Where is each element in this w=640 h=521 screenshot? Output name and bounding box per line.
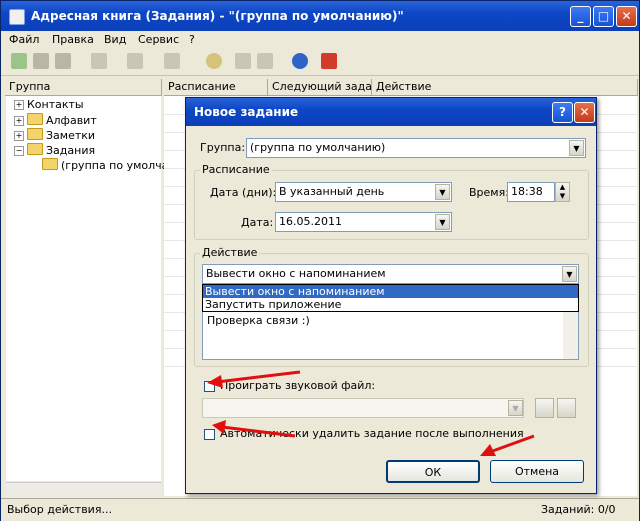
delete-icon[interactable] <box>55 53 71 69</box>
group-select[interactable]: (группа по умолчанию) <box>246 138 586 158</box>
group-tree: + Контакты + Алфавит + Заметки − Задания (гр… <box>6 96 176 481</box>
tree-item-default-group[interactable]: (группа по умолчан <box>42 158 176 172</box>
minimize-button[interactable]: _ <box>570 6 591 27</box>
time-spinner[interactable]: ▲ ▼ <box>555 182 570 202</box>
status-text: Выбор действия... <box>7 503 112 516</box>
chevron-down-icon[interactable]: ▼ <box>435 184 450 200</box>
tree-item-notes[interactable]: + Заметки <box>14 128 95 142</box>
date-label: Дата: <box>241 216 274 229</box>
column-schedule[interactable]: Расписание <box>164 79 268 96</box>
undo-icon[interactable] <box>91 53 107 69</box>
cancel-button[interactable]: Отмена <box>490 460 584 483</box>
schedule-label: Расписание <box>200 163 272 176</box>
browse-folder-icon[interactable] <box>535 398 554 418</box>
textarea-scrollbar[interactable] <box>563 312 578 359</box>
notes-icon <box>27 128 43 140</box>
menu-help[interactable]: ? <box>189 33 195 46</box>
column-next[interactable]: Следующий зада... <box>268 79 372 96</box>
tree-item-alphabet[interactable]: + Алфавит <box>14 113 97 127</box>
dialog-close-button[interactable]: ✕ <box>574 102 595 123</box>
menu-file[interactable]: Файл <box>9 33 39 46</box>
tree-hscrollbar[interactable] <box>6 482 161 498</box>
menu-edit[interactable]: Правка <box>52 33 94 46</box>
title-bar[interactable]: Адресная книга (Задания) - "(группа по у… <box>1 1 639 31</box>
dialog-title-bar[interactable]: Новое задание ? ✕ <box>186 98 596 126</box>
help-icon[interactable] <box>292 53 308 69</box>
new-icon[interactable] <box>11 53 27 69</box>
group-label: Группа: <box>200 141 246 154</box>
dialog-help-button[interactable]: ? <box>552 102 573 123</box>
message-text: Проверка связи :) <box>207 314 310 327</box>
edit-icon[interactable] <box>33 53 49 69</box>
print-preview-icon[interactable] <box>257 53 273 69</box>
column-group[interactable]: Группа <box>5 79 162 96</box>
chevron-down-icon[interactable]: ▼ <box>562 266 577 282</box>
annotation-arrow <box>205 368 305 390</box>
date-days-select[interactable]: В указанный день <box>275 182 452 202</box>
task-count: Заданий: 0/0 <box>541 503 616 516</box>
tree-item-contacts[interactable]: + Контакты <box>14 98 84 111</box>
action-label: Действие <box>200 246 260 259</box>
date-days-label: Дата (дни): <box>210 186 277 199</box>
chevron-down-icon[interactable]: ▼ <box>435 214 450 230</box>
menu-bar: Файл Правка Вид Сервис ? <box>1 31 639 49</box>
copy-icon[interactable] <box>164 53 180 69</box>
tree-item-tasks[interactable]: − Задания <box>14 143 95 157</box>
chevron-down-icon[interactable]: ▼ <box>569 140 584 156</box>
folder-icon <box>27 113 43 125</box>
close-button[interactable]: ✕ <box>616 6 637 27</box>
app-book-icon <box>9 9 25 25</box>
exit-icon[interactable] <box>321 53 337 69</box>
tasks-icon <box>27 143 43 155</box>
column-action[interactable]: Действие <box>372 79 638 96</box>
cut-icon[interactable] <box>127 53 143 69</box>
window-title: Адресная книга (Задания) - "(группа по у… <box>31 9 404 23</box>
date-input[interactable]: 16.05.2011 <box>275 212 452 232</box>
menu-view[interactable]: Вид <box>104 33 126 46</box>
maximize-button[interactable]: □ <box>593 6 614 27</box>
action-option-reminder[interactable]: Вывести окно с напоминанием <box>203 285 578 298</box>
dialog-title: Новое задание <box>194 105 299 119</box>
action-select[interactable]: Вывести окно с напоминанием <box>202 264 579 284</box>
chevron-down-icon[interactable]: ▼ <box>508 400 523 416</box>
sound-file-input[interactable] <box>202 398 524 418</box>
expand-icon[interactable]: + <box>14 131 24 141</box>
menu-service[interactable]: Сервис <box>138 33 179 46</box>
collapse-icon[interactable]: − <box>14 146 24 156</box>
annotation-arrow <box>478 432 538 460</box>
annotation-arrow <box>210 418 300 440</box>
time-label: Время: <box>469 186 509 199</box>
search-icon[interactable] <box>206 53 222 69</box>
open-folder-icon <box>42 158 58 170</box>
action-option-run-app[interactable]: Запустить приложение <box>203 298 341 311</box>
expand-icon[interactable]: + <box>14 116 24 126</box>
play-sound-icon[interactable] <box>557 398 576 418</box>
ok-button[interactable]: ОК <box>386 460 480 483</box>
toolbar <box>1 49 639 76</box>
print-icon[interactable] <box>235 53 251 69</box>
expand-icon[interactable]: + <box>14 100 24 110</box>
time-input[interactable]: 18:38 <box>507 182 555 202</box>
status-bar: Выбор действия... Заданий: 0/0 <box>1 498 639 521</box>
